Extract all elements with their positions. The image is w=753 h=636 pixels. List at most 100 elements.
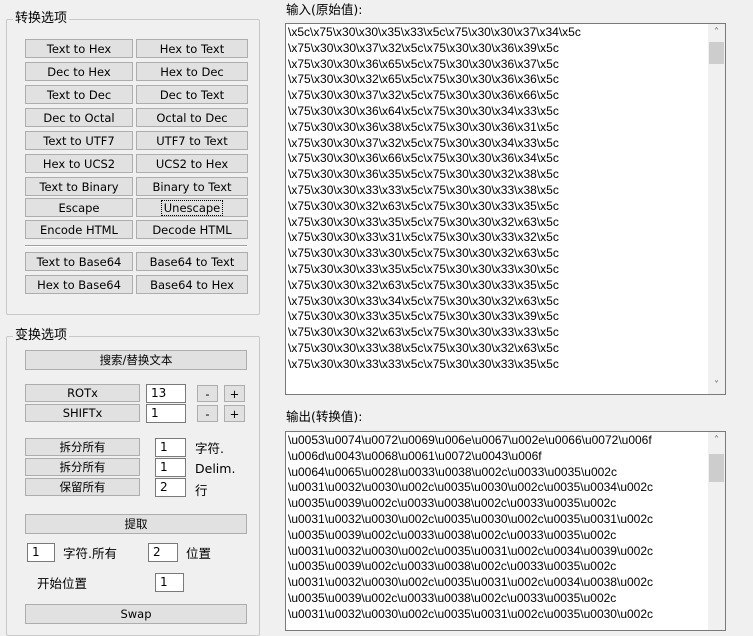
output-line: \u0064\u0065\u0028\u0033\u0038\u002c\u00… [288,464,617,479]
rotx-plus-label: + [229,386,240,401]
rotx-plus-button[interactable]: + [224,385,245,402]
ucs2-to-hex-button[interactable]: UCS2 to Hex [136,154,248,173]
hex-to-base64-label: Hex to Base64 [37,277,121,292]
output-textarea[interactable]: \u0053\u0074\u0072\u0069\u006e\u0067\u00… [285,431,726,631]
text-to-utf7-label: Text to UTF7 [43,133,115,148]
unescape-label: Unescape [160,199,224,216]
dec-to-octal-label: Dec to Octal [43,110,115,125]
search-replace-label: 搜索/替换文本 [99,353,173,367]
rotx-label: ROTx [67,386,98,400]
convert-group-separator [25,245,247,247]
shiftx-button[interactable]: SHIFTx [25,404,140,422]
output-line: \u0035\u0039\u002c\u0033\u0038\u002c\u00… [288,527,617,542]
escape-button[interactable]: Escape [25,198,133,217]
split-by-char-label: 拆分所有 [59,440,106,454]
text-to-binary-label: Text to Binary [39,179,119,194]
base64-to-text-button[interactable]: Base64 to Text [136,252,248,271]
hex-to-dec-button[interactable]: Hex to Dec [136,62,248,81]
decode-html-button[interactable]: Decode HTML [136,220,248,239]
extract-button[interactable]: 提取 [25,514,247,534]
shiftx-minus-label: - [205,406,210,421]
output-line: \u0031\u0032\u0030\u002c\u0035\u0031\u00… [288,575,654,590]
split-by-delim-unit: Delim. [195,461,236,476]
text-to-dec-button[interactable]: Text to Dec [25,85,133,104]
split-by-char-button[interactable]: 拆分所有 [25,438,140,456]
encode-html-button[interactable]: Encode HTML [25,220,133,239]
shiftx-plus-label: + [229,406,240,421]
text-to-base64-label: Text to Base64 [36,254,122,269]
extract-position-unit: 位置 [186,546,212,561]
text-to-utf7-button[interactable]: Text to UTF7 [25,131,133,150]
output-line: \u006d\u0043\u0068\u0061\u0072\u0043\u00… [288,448,542,463]
base64-to-hex-label: Base64 to Hex [150,277,234,292]
keep-lines-label: 保留所有 [59,480,106,494]
transform-options-title: 变换选项 [13,328,70,343]
output-line: \u0035\u0039\u002c\u0033\u0038\u002c\u00… [288,590,617,605]
input-line: \x75\x30\x30\x32\x63\x5c\x75\x30\x30\x33… [288,198,559,213]
dec-to-hex-button[interactable]: Dec to Hex [25,62,133,81]
input-textarea[interactable]: \x5c\x75\x30\x30\x35\x33\x5c\x75\x30\x30… [285,23,726,395]
shiftx-minus-button[interactable]: - [197,405,218,422]
extract-count-input[interactable]: 1 [27,543,55,562]
dec-to-octal-button[interactable]: Dec to Octal [25,108,133,127]
text-to-hex-button[interactable]: Text to Hex [25,39,133,58]
input-line: \x75\x30\x30\x37\x32\x5c\x75\x30\x30\x36… [288,88,559,103]
rotx-input[interactable]: 13 [146,384,186,403]
output-label: 输出(转换值): [286,409,363,424]
input-line: \x75\x30\x30\x33\x35\x5c\x75\x30\x30\x33… [288,261,559,276]
split-by-delim-input[interactable]: 1 [155,458,186,477]
split-by-char-input[interactable]: 1 [155,438,186,457]
utf7-to-text-button[interactable]: UTF7 to Text [136,131,248,150]
input-line: \x75\x30\x30\x32\x63\x5c\x75\x30\x30\x33… [288,277,559,292]
hex-to-text-button[interactable]: Hex to Text [136,39,248,58]
input-line: \x5c\x75\x30\x30\x35\x33\x5c\x75\x30\x30… [288,25,581,39]
keep-lines-input[interactable]: 2 [155,478,186,497]
input-line: \x75\x30\x30\x32\x63\x5c\x75\x30\x30\x33… [288,325,559,340]
binary-to-text-button[interactable]: Binary to Text [136,177,248,196]
unescape-button[interactable]: Unescape [136,198,248,217]
convert-options-title: 转换选项 [13,11,70,26]
extract-position-input[interactable]: 2 [148,543,178,562]
swap-button[interactable]: Swap [25,604,247,624]
base64-to-hex-button[interactable]: Base64 to Hex [136,275,248,294]
text-to-binary-button[interactable]: Text to Binary [25,177,133,196]
input-label: 输入(原始值): [286,2,363,17]
octal-to-dec-button[interactable]: Octal to Dec [136,108,248,127]
hex-to-text-label: Hex to Text [159,41,225,56]
split-by-delim-button[interactable]: 拆分所有 [25,458,140,476]
shiftx-input[interactable]: 1 [146,404,186,423]
output-scrollbar[interactable]: ˄ [708,432,725,630]
split-by-char-unit: 字符. [195,441,224,456]
start-position-input[interactable]: 1 [155,573,184,592]
dec-to-text-label: Dec to Text [159,87,225,102]
input-scroll-thumb[interactable] [709,42,724,64]
start-position-label: 开始位置 [37,576,88,591]
hex-to-dec-label: Hex to Dec [160,64,224,79]
input-line: \x75\x30\x30\x36\x35\x5c\x75\x30\x30\x32… [288,167,559,182]
text-to-base64-button[interactable]: Text to Base64 [25,252,133,271]
input-line: \x75\x30\x30\x32\x65\x5c\x75\x30\x30\x36… [288,72,559,87]
output-line: \u0031\u0032\u0030\u002c\u0035\u0030\u00… [288,511,654,526]
input-line: \x75\x30\x30\x33\x30\x5c\x75\x30\x30\x32… [288,246,559,261]
input-line: \x75\x30\x30\x33\x33\x5c\x75\x30\x30\x33… [288,182,559,197]
chevron-down-icon[interactable]: ˅ [708,377,725,394]
chevron-up-icon[interactable]: ˄ [708,24,725,41]
dec-to-text-button[interactable]: Dec to Text [136,85,248,104]
output-scroll-thumb[interactable] [709,454,724,482]
hex-to-base64-button[interactable]: Hex to Base64 [25,275,133,294]
chevron-up-icon[interactable]: ˄ [708,432,725,449]
rotx-button[interactable]: ROTx [25,384,140,402]
swap-label: Swap [120,607,152,621]
rotx-minus-button[interactable]: - [197,385,218,402]
output-line: \u0031\u0032\u0030\u002c\u0035\u0030\u00… [288,480,654,495]
output-line: \u0053\u0074\u0072\u0069\u006e\u0067\u00… [288,433,652,447]
input-text: \x5c\x75\x30\x30\x35\x33\x5c\x75\x30\x30… [288,25,707,394]
search-replace-button[interactable]: 搜索/替换文本 [25,350,247,370]
encode-html-label: Encode HTML [40,222,118,237]
hex-to-ucs2-button[interactable]: Hex to UCS2 [25,154,133,173]
input-scrollbar[interactable]: ˄ ˅ [708,24,725,394]
text-to-hex-label: Text to Hex [46,41,112,56]
shiftx-plus-button[interactable]: + [224,405,245,422]
input-line: \x75\x30\x30\x33\x31\x5c\x75\x30\x30\x33… [288,230,559,245]
keep-lines-button[interactable]: 保留所有 [25,478,140,496]
